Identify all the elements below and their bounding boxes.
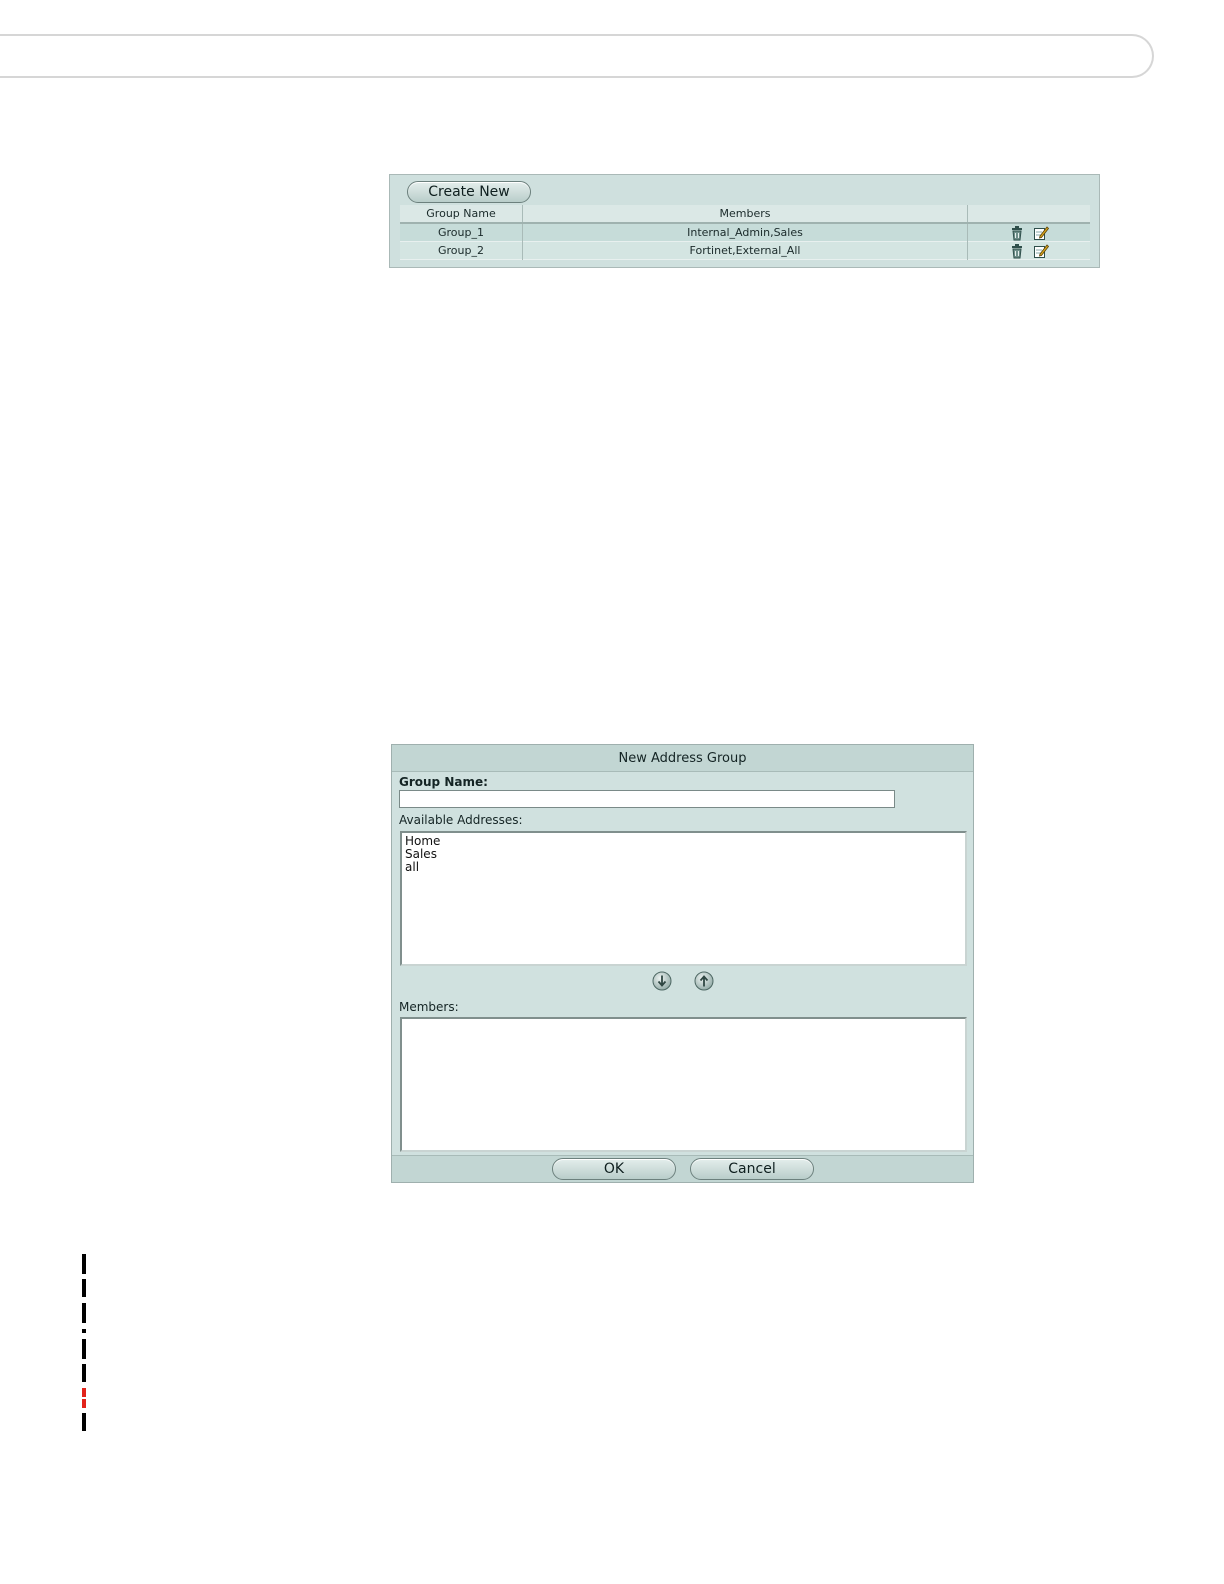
ok-button[interactable]: OK xyxy=(552,1158,676,1180)
page-header-bar xyxy=(0,34,1154,78)
list-item[interactable]: Home xyxy=(405,835,962,848)
members-cell: Internal_Admin,Sales xyxy=(522,223,968,242)
list-item[interactable]: Sales xyxy=(405,848,962,861)
address-group-table: Group Name Members Group_1 Internal_Admi… xyxy=(400,205,1090,260)
members-cell: Fortinet,External_All xyxy=(522,241,968,260)
group-name-input[interactable] xyxy=(399,790,895,808)
column-header-group-name: Group Name xyxy=(400,205,523,223)
dialog-title: New Address Group xyxy=(392,745,973,772)
edit-icon[interactable] xyxy=(1033,225,1049,241)
available-addresses-label: Available Addresses: xyxy=(399,813,523,827)
column-header-actions xyxy=(968,205,1091,223)
arrow-up-icon[interactable] xyxy=(694,971,714,991)
group-name-cell: Group_1 xyxy=(400,223,523,242)
group-name-label: Group Name: xyxy=(399,775,488,789)
table-row: Group_1 Internal_Admin,Sales xyxy=(400,223,1090,242)
column-header-members: Members xyxy=(522,205,968,223)
edit-icon[interactable] xyxy=(1033,243,1049,259)
dialog-footer: OK Cancel xyxy=(392,1155,973,1182)
arrow-down-icon[interactable] xyxy=(652,971,672,991)
available-addresses-list[interactable]: Home Sales all xyxy=(400,831,967,966)
move-buttons xyxy=(392,971,973,993)
delete-icon[interactable] xyxy=(1009,225,1025,241)
fortinet-logo xyxy=(56,1195,104,1431)
table-header-row: Group Name Members xyxy=(400,205,1090,223)
group-name-cell: Group_2 xyxy=(400,241,523,260)
delete-icon[interactable] xyxy=(1009,243,1025,259)
create-new-button[interactable]: Create New xyxy=(407,181,531,203)
table-row: Group_2 Fortinet,External_All xyxy=(400,241,1091,260)
actions-cell xyxy=(968,242,1091,260)
members-list[interactable] xyxy=(400,1017,967,1152)
actions-cell xyxy=(968,223,1091,242)
cancel-button[interactable]: Cancel xyxy=(690,1158,814,1180)
new-address-group-dialog: New Address Group Group Name: Available … xyxy=(391,744,974,1183)
address-group-list-panel: Create New Group Name Members Group_1 In… xyxy=(389,174,1100,268)
members-label: Members: xyxy=(399,1000,459,1014)
list-item[interactable]: all xyxy=(405,861,962,874)
